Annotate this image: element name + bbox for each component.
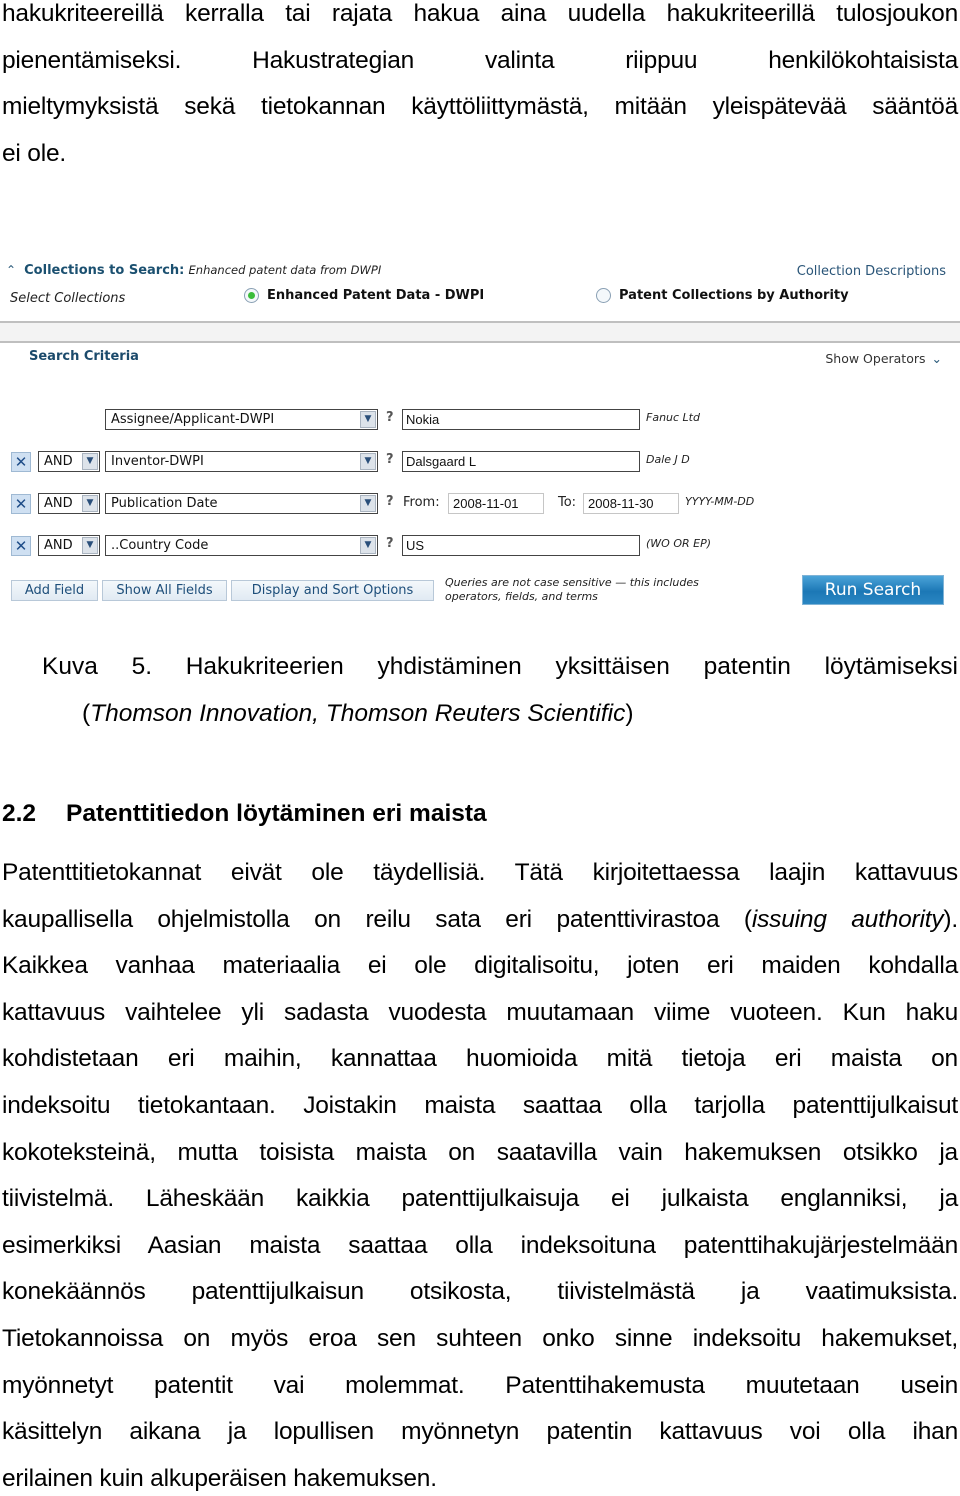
field-select[interactable]: Assignee/Applicant-DWPI ▼ (105, 409, 378, 430)
section-heading: 2.2 Patenttitiedon löytäminen eri maista (2, 794, 487, 834)
add-field-button[interactable]: Add Field (11, 580, 98, 601)
operator-select[interactable]: AND ▼ (38, 451, 100, 472)
field-select[interactable]: Inventor-DWPI ▼ (105, 451, 378, 472)
top-paragraph: hakukriteereillä kerralla tai rajata hak… (2, 0, 958, 177)
case-sensitivity-note: Queries are not case sensitive — this in… (445, 576, 699, 603)
show-all-fields-button[interactable]: Show All Fields (102, 580, 227, 601)
help-icon[interactable]: ? (386, 494, 394, 509)
remove-row-button[interactable]: ✕ (11, 452, 31, 472)
display-sort-options-button[interactable]: Display and Sort Options (231, 580, 434, 601)
section-divider (0, 321, 960, 343)
search-term-input[interactable] (402, 409, 640, 430)
field-select[interactable]: Publication Date ▼ (105, 493, 378, 514)
section-number: 2.2 (2, 800, 37, 827)
caption-line-2: (Thomson Innovation, Thomson Reuters Sci… (82, 699, 634, 727)
chevron-down-icon[interactable]: ▼ (360, 495, 376, 512)
remove-row-button[interactable]: ✕ (11, 536, 31, 556)
show-operators-label: Show Operators (825, 351, 926, 366)
chevron-down-icon[interactable]: ▼ (82, 537, 98, 554)
radio-enhanced-patent-data[interactable]: Enhanced Patent Data - DWPI (244, 288, 484, 303)
text-line: tiivistelmä. Läheskään kaikkia patenttij… (2, 1185, 958, 1213)
text-line: kaupallisella ohjelmistolla on reilu sat… (2, 905, 958, 933)
text-line: hakukriteereillä kerralla tai rajata hak… (2, 0, 958, 27)
text-line: indeksoitu tietokantaan. Joistakin maist… (2, 1091, 958, 1119)
help-icon[interactable]: ? (386, 452, 394, 467)
text-line: konekäännös patenttijulkaisun otsikosta,… (2, 1278, 958, 1306)
radio-selected-icon[interactable] (244, 288, 259, 303)
criteria-row: ✕ AND▼ Inventor-DWPI▼ ? Dale J D (0, 450, 960, 474)
remove-row-button[interactable]: ✕ (11, 494, 31, 514)
text-line: mieltymyksistä sekä tietokannan käyttöli… (2, 93, 958, 121)
radio-patent-collections-by-authority[interactable]: Patent Collections by Authority (596, 288, 849, 303)
from-label: From: (403, 495, 440, 510)
chevron-down-icon[interactable]: ▼ (360, 411, 376, 428)
text-line: esimerkiksi Aasian maista saattaa olla i… (2, 1231, 958, 1259)
section-title: Patenttitiedon löytäminen eri maista (66, 800, 487, 827)
figure-caption: Kuva 5. Hakukriteerien yhdistäminen yksi… (42, 644, 958, 737)
body-paragraph: Patenttitietokannat eivät ole täydellisi… (2, 850, 958, 1496)
text-line: kohdistetaan eri maihin, kannattaa huomi… (2, 1045, 958, 1073)
search-term-input[interactable] (402, 451, 640, 472)
field-select[interactable]: ..Country Code ▼ (105, 535, 378, 556)
text-line: kattavuus vaihtelee yli sadasta vuodesta… (2, 998, 958, 1026)
example-hint: Dale J D (646, 453, 690, 466)
criteria-row: ✕ AND▼ ..Country Code▼ ? (WO OR EP) (0, 534, 960, 558)
example-hint: Fanuc Ltd (646, 411, 700, 424)
text-line: kokoteksteinä, mutta toisista maista on … (2, 1138, 958, 1166)
date-from-input[interactable] (448, 493, 544, 514)
date-to-input[interactable] (583, 493, 679, 514)
collections-title: Collections to Search: (24, 263, 185, 278)
collection-descriptions-link[interactable]: Collection Descriptions (797, 264, 946, 279)
date-format-hint: YYYY-MM-DD (685, 495, 755, 508)
text-line: erilainen kuin alkuperäisen hakemuksen. (2, 1464, 437, 1492)
text-line: käsittelyn aikana ja lopullisen myönnety… (2, 1418, 958, 1446)
help-icon[interactable]: ? (386, 536, 394, 551)
double-chevron-down-icon: ⌄ (931, 351, 942, 366)
collapse-chevron-icon[interactable]: ⌃ (6, 263, 20, 277)
text-line: ei ole. (2, 139, 66, 167)
radio-label: Patent Collections by Authority (619, 288, 849, 303)
example-hint: (WO OR EP) (646, 537, 711, 550)
chevron-down-icon[interactable]: ▼ (360, 453, 376, 470)
text-line: Patenttitietokannat eivät ole täydellisi… (2, 859, 958, 886)
text-line: pienentämiseksi. Hakustrategian valinta … (2, 46, 958, 74)
collections-header[interactable]: ⌃ Collections to Search: Enhanced patent… (6, 263, 381, 278)
operator-select[interactable]: AND ▼ (38, 535, 100, 556)
caption-label: Kuva 5. (42, 653, 152, 680)
select-collections-label: Select Collections (10, 291, 126, 306)
radio-label: Enhanced Patent Data - DWPI (267, 288, 485, 303)
text-line: myönnetyt patentit vai molemmat. Patentt… (2, 1371, 958, 1399)
criteria-row: ✕ AND▼ Publication Date▼ ? From: To: YYY… (0, 492, 960, 516)
help-icon[interactable]: ? (386, 410, 394, 425)
chevron-down-icon[interactable]: ▼ (82, 453, 98, 470)
search-term-input[interactable] (402, 535, 640, 556)
collections-subtitle: Enhanced patent data from DWPI (188, 263, 382, 277)
caption-line-1: Kuva 5. Hakukriteerien yhdistäminen yksi… (42, 653, 959, 680)
to-label: To: (558, 495, 577, 510)
caption-source: Thomson Innovation, Thomson Reuters Scie… (90, 699, 626, 727)
chevron-down-icon[interactable]: ▼ (360, 537, 376, 554)
text-line: Tietokannoissa on myös eroa sen suhteen … (2, 1324, 958, 1352)
show-operators-link[interactable]: Show Operators ⌄ (825, 351, 942, 366)
operator-select[interactable]: AND ▼ (38, 493, 100, 514)
criteria-row: Assignee/Applicant-DWPI▼ ? Fanuc Ltd (0, 408, 960, 432)
search-criteria-title: Search Criteria (29, 349, 139, 364)
search-ui-figure: ⌃ Collections to Search: Enhanced patent… (0, 255, 960, 610)
text-line: Kaikkea vanhaa materiaalia ei ole digita… (2, 952, 958, 980)
chevron-down-icon[interactable]: ▼ (82, 495, 98, 512)
run-search-button[interactable]: Run Search (802, 575, 944, 605)
radio-unselected-icon[interactable] (596, 288, 611, 303)
